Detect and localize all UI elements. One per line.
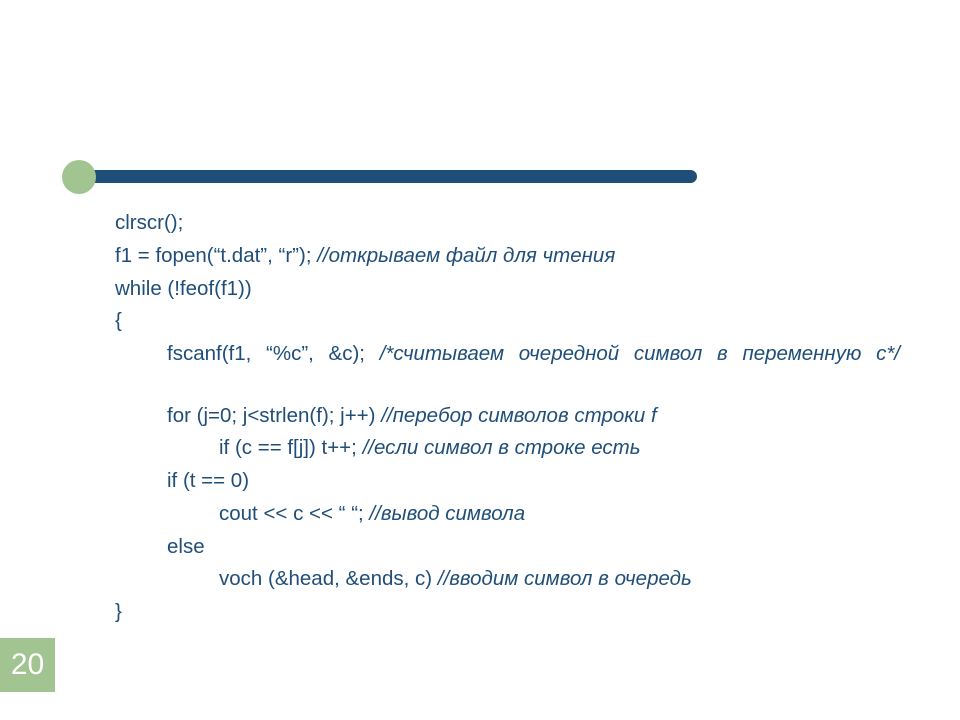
code-comment: //открываем файл для чтения [317,244,615,267]
code-line: if (c == f[j]) t++; //если символ в стро… [115,433,900,464]
code-text: voch (&head, &ends, c) [219,567,438,590]
code-comment: /*считываем очередной символ в переменну… [380,342,900,365]
code-line: else [115,532,900,563]
code-text: cout << c << “ “; [219,502,369,525]
code-text: for (j=0; j<strlen(f); j++) [167,404,381,427]
code-text: f1 = fopen(“t.dat”, “r”); [115,244,317,267]
code-line: cout << c << “ “; //вывод символа [115,499,900,530]
slide: clrscr(); f1 = fopen(“t.dat”, “r”); //от… [0,0,960,720]
code-line: f1 = fopen(“t.dat”, “r”); //открываем фа… [115,241,900,272]
code-text: } [115,600,122,623]
code-text: fscanf(f1, “%c”, &c); [167,342,380,365]
code-line: } [115,597,900,628]
code-text: if (t == 0) [167,469,249,492]
title-underline-bar [73,170,697,183]
code-line: for (j=0; j<strlen(f); j++) //перебор си… [115,401,900,432]
code-text: while (!feof(f1)) [115,277,252,300]
code-line: fscanf(f1, “%c”, &c); /*считываем очеред… [115,339,900,401]
code-text: clrscr(); [115,211,183,234]
page-number-value: 20 [11,648,44,682]
title-underline-dot [62,160,96,194]
code-line: { [115,306,900,337]
code-line: while (!feof(f1)) [115,274,900,305]
code-text: { [115,309,122,332]
code-comment: //вывод символа [369,502,525,525]
code-line: clrscr(); [115,208,900,239]
code-text: else [167,535,205,558]
code-line: voch (&head, &ends, c) //вводим символ в… [115,564,900,595]
code-comment: //вводим символ в очередь [438,567,692,590]
code-comment: //если символ в строке есть [363,436,641,459]
page-number: 20 [0,638,55,692]
code-body: clrscr(); f1 = fopen(“t.dat”, “r”); //от… [115,208,900,630]
code-text: if (c == f[j]) t++; [219,436,363,459]
code-comment: //перебор символов строки f [381,404,657,427]
code-line: if (t == 0) [115,466,900,497]
